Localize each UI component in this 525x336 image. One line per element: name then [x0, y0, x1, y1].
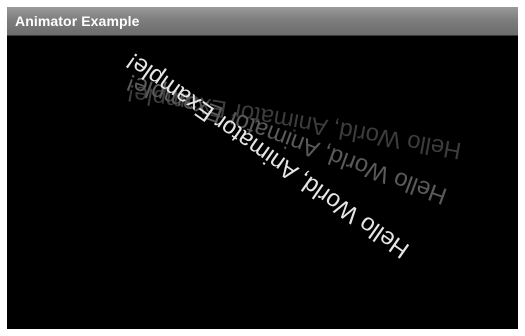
window-title: Animator Example — [15, 13, 140, 29]
app-window: Animator Example Hello World, Animator E… — [7, 7, 518, 329]
animation-canvas: Hello World, Animator Example! Hello Wor… — [7, 36, 518, 329]
title-bar: Animator Example — [7, 7, 518, 36]
